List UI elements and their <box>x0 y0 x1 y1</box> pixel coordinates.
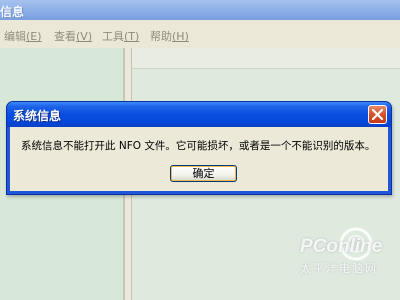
menu-item-view-mnemonic: (V) <box>76 30 93 43</box>
menu-item-edit-mnemonic: (E) <box>26 30 42 43</box>
menu-item-view-label: 查看 <box>54 30 76 43</box>
menu-item-tools[interactable]: 工具(T) <box>102 28 139 44</box>
menu-item-tools-mnemonic: (T) <box>124 30 140 43</box>
details-column-header <box>132 48 400 69</box>
menu-item-edit-label: 编辑 <box>4 30 26 43</box>
watermark-subtitle: 太平洋电脑网 <box>300 262 378 275</box>
system-info-dialog: 系统信息 系统信息不能打开此 NFO 文件。它可能损坏，或者是一个不能识别的版本… <box>6 101 392 195</box>
menu-item-help-label: 帮助 <box>150 30 172 43</box>
menu-item-help-mnemonic: (H) <box>172 30 189 43</box>
menu-item-view[interactable]: 查看(V) <box>54 28 92 44</box>
close-icon <box>371 108 384 121</box>
close-button[interactable] <box>368 105 387 124</box>
app-title-bar: 信息 <box>0 0 400 20</box>
watermark: PConline 太平洋电脑网 <box>300 227 396 296</box>
menu-item-edit[interactable]: 编辑(E) <box>4 28 42 44</box>
dialog-message: 系统信息不能打开此 NFO 文件。它可能损坏，或者是一个不能识别的版本。 <box>21 140 376 152</box>
dialog-title: 系统信息 <box>13 109 62 123</box>
dialog-body: 系统信息不能打开此 NFO 文件。它可能损坏，或者是一个不能识别的版本。 确定 <box>10 127 388 191</box>
menu-item-tools-label: 工具 <box>102 30 124 43</box>
menu-bar: 编辑(E) 查看(V) 工具(T) 帮助(H) <box>0 20 400 49</box>
menu-item-help[interactable]: 帮助(H) <box>150 28 189 44</box>
dialog-title-bar[interactable]: 系统信息 <box>7 102 391 127</box>
watermark-brand: PConline <box>300 236 383 257</box>
ok-button[interactable]: 确定 <box>170 165 237 182</box>
app-title: 信息 <box>0 5 25 19</box>
